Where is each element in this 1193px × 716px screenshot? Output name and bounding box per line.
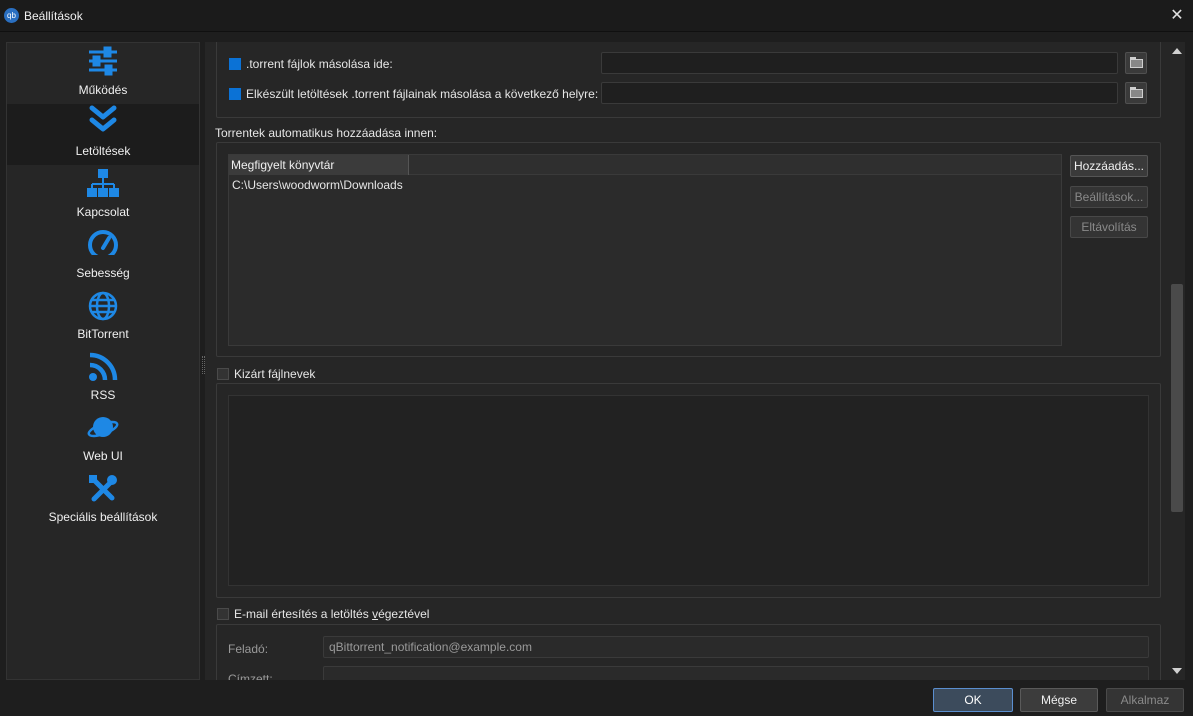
- browse-folder-button[interactable]: [1125, 82, 1147, 104]
- excluded-filenames-label: Kizárt fájlnevek: [234, 367, 316, 381]
- qbittorrent-logo-icon: qb: [4, 8, 19, 23]
- copy-torrents-checkbox[interactable]: [229, 58, 241, 70]
- sidebar-item-label: Működés: [78, 83, 128, 97]
- email-notification-label: E-mail értesítés a letöltés végeztével: [234, 607, 430, 621]
- folder-options-button[interactable]: Beállítások...: [1070, 186, 1148, 208]
- planet-icon: [87, 417, 119, 438]
- globe-icon: [88, 291, 118, 321]
- add-folder-button[interactable]: Hozzáadás...: [1070, 155, 1148, 177]
- window-title: Beállítások: [24, 9, 83, 23]
- table-row[interactable]: C:\Users\woodworm\Downloads: [232, 178, 403, 192]
- scroll-up-arrow-icon[interactable]: [1172, 48, 1182, 54]
- from-label: Feladó:: [228, 642, 269, 656]
- from-email-field[interactable]: qBittorrent_notification@example.com: [323, 636, 1149, 658]
- sidebar-item-label: Sebesség: [76, 266, 130, 280]
- double-chevron-down-icon: [89, 105, 117, 132]
- rss-icon: [89, 352, 118, 381]
- sidebar-item-connection[interactable]: Kapcsolat: [7, 165, 199, 226]
- to-email-field[interactable]: [323, 666, 1149, 680]
- sidebar-item-downloads[interactable]: Letöltések: [7, 104, 199, 165]
- copy-finished-label: Elkészült letöltések .torrent fájlainak …: [246, 87, 599, 101]
- sidebar-item-label: Speciális beállítások: [48, 510, 158, 524]
- sidebar-item-bittorrent[interactable]: BitTorrent: [7, 287, 199, 348]
- sidebar-item-webui[interactable]: Web UI: [7, 409, 199, 470]
- sidebar-item-label: Web UI: [83, 449, 123, 463]
- excluded-filenames-checkbox[interactable]: [217, 368, 229, 380]
- watched-folders-table[interactable]: Megfigyelt könyvtár C:\Users\woodworm\Do…: [228, 154, 1062, 346]
- scroll-down-arrow-icon[interactable]: [1172, 668, 1182, 674]
- excluded-filenames-textarea[interactable]: [228, 395, 1149, 586]
- to-label: Címzett:: [228, 672, 273, 680]
- tools-icon: [89, 475, 117, 502]
- copy-finished-checkbox[interactable]: [229, 88, 241, 100]
- close-button[interactable]: ✕: [1161, 0, 1193, 32]
- column-header-watched-folder[interactable]: Megfigyelt könyvtár: [229, 155, 409, 175]
- downloads-settings-panel: .torrent fájlok másolása ide: Elkészült …: [205, 42, 1169, 680]
- sidebar-item-label: RSS: [90, 388, 116, 402]
- sidebar-item-speed[interactable]: Sebesség: [7, 226, 199, 287]
- sidebar-item-label: Letöltések: [75, 144, 131, 158]
- speedometer-icon: [88, 230, 118, 261]
- auto-add-title: Torrentek automatikus hozzáadása innen:: [215, 126, 438, 140]
- copy-torrents-label: .torrent fájlok másolása ide:: [246, 57, 393, 71]
- title-bar: qb Beállítások ✕: [0, 0, 1193, 32]
- network-icon: [87, 169, 119, 197]
- copy-torrents-path-field[interactable]: [601, 52, 1118, 74]
- apply-button[interactable]: Alkalmaz: [1106, 688, 1184, 712]
- sidebar-item-behavior[interactable]: Működés: [7, 43, 199, 104]
- vertical-scrollbar[interactable]: [1169, 42, 1185, 680]
- sliders-icon: [89, 46, 117, 76]
- sidebar-item-rss[interactable]: RSS: [7, 348, 199, 409]
- browse-folder-button[interactable]: [1125, 52, 1147, 74]
- sidebar-item-label: Kapcsolat: [76, 205, 130, 219]
- scrollbar-thumb[interactable]: [1171, 284, 1183, 512]
- settings-sidebar: Működés Letöltések Kapcsolat Sebesség Bi…: [6, 42, 200, 680]
- ok-button[interactable]: OK: [933, 688, 1013, 712]
- sidebar-item-label: BitTorrent: [77, 327, 129, 341]
- sidebar-item-advanced[interactable]: Speciális beállítások: [7, 470, 199, 531]
- email-notification-checkbox[interactable]: [217, 608, 229, 620]
- remove-folder-button[interactable]: Eltávolítás: [1070, 216, 1148, 238]
- cancel-button[interactable]: Mégse: [1020, 688, 1098, 712]
- copy-finished-path-field[interactable]: [601, 82, 1118, 104]
